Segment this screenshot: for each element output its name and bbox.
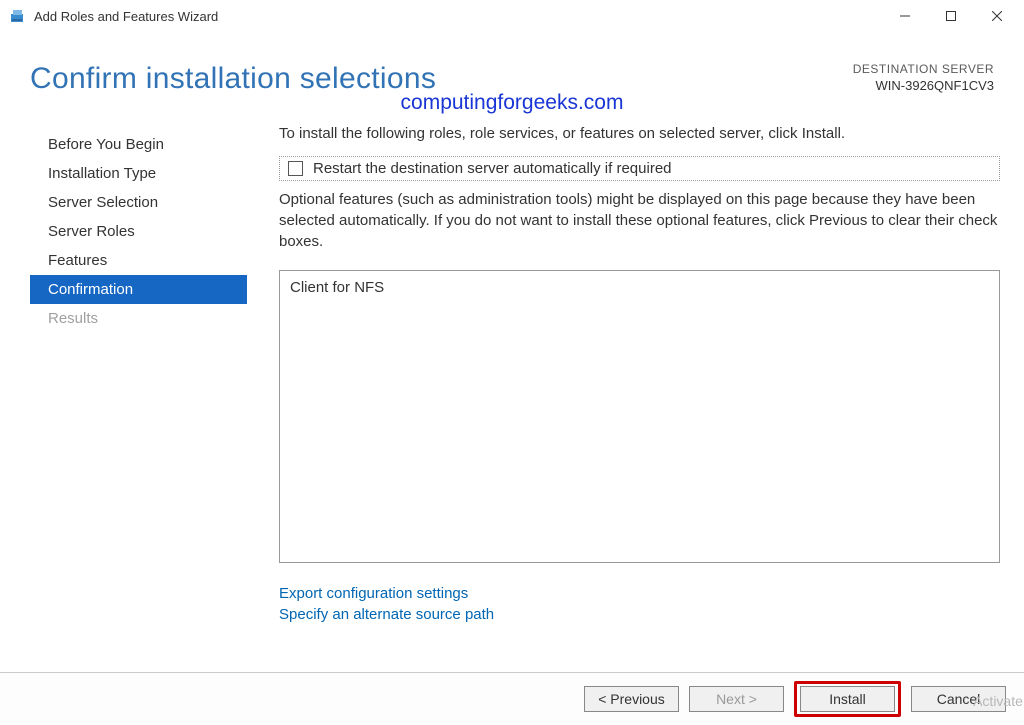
content-area: Confirm installation selections DESTINAT… (0, 32, 1024, 672)
cancel-button[interactable]: Cancel (911, 686, 1006, 712)
bottom-links: Export configuration settings Specify an… (279, 585, 1000, 623)
close-button[interactable] (974, 0, 1020, 32)
maximize-button[interactable] (928, 0, 974, 32)
install-button[interactable]: Install (800, 686, 895, 712)
previous-button[interactable]: < Previous (584, 686, 679, 712)
next-button: Next > (689, 686, 784, 712)
sidebar-item-results: Results (30, 304, 247, 333)
sidebar-item-features[interactable]: Features (30, 246, 247, 275)
minimize-icon (900, 11, 910, 21)
sidebar-item-confirmation[interactable]: Confirmation (30, 275, 247, 304)
titlebar: Add Roles and Features Wizard (0, 0, 1024, 32)
restart-checkbox[interactable] (288, 161, 303, 176)
window-title: Add Roles and Features Wizard (34, 9, 882, 24)
header-row: Confirm installation selections DESTINAT… (0, 32, 1024, 96)
close-icon (992, 11, 1002, 21)
page-title: Confirm installation selections (30, 62, 436, 96)
feature-item: Client for NFS (290, 279, 989, 296)
sidebar: Before You Begin Installation Type Serve… (30, 125, 247, 627)
destination-server: DESTINATION SERVER WIN-3926QNF1CV3 (853, 62, 994, 93)
optional-text: Optional features (such as administratio… (279, 189, 1000, 252)
link-export-config[interactable]: Export configuration settings (279, 585, 1000, 602)
main-columns: Before You Begin Installation Type Serve… (0, 125, 1024, 627)
intro-text: To install the following roles, role ser… (279, 125, 1000, 142)
sidebar-item-server-selection[interactable]: Server Selection (30, 188, 247, 217)
button-bar: < Previous Next > Install Cancel Activat… (0, 672, 1024, 725)
maximize-icon (946, 11, 956, 21)
sidebar-item-server-roles[interactable]: Server Roles (30, 217, 247, 246)
sidebar-item-before-you-begin[interactable]: Before You Begin (30, 130, 247, 159)
destination-label: DESTINATION SERVER (853, 62, 994, 76)
restart-checkbox-label: Restart the destination server automatic… (313, 160, 672, 177)
link-alt-source[interactable]: Specify an alternate source path (279, 606, 1000, 623)
window-controls (882, 0, 1020, 32)
destination-name: WIN-3926QNF1CV3 (853, 78, 994, 93)
features-list[interactable]: Client for NFS (279, 270, 1000, 563)
minimize-button[interactable] (882, 0, 928, 32)
sidebar-item-installation-type[interactable]: Installation Type (30, 159, 247, 188)
server-manager-icon (10, 8, 26, 24)
install-button-highlight: Install (794, 681, 901, 717)
main-panel: To install the following roles, role ser… (247, 125, 1024, 627)
restart-checkbox-row[interactable]: Restart the destination server automatic… (279, 156, 1000, 181)
